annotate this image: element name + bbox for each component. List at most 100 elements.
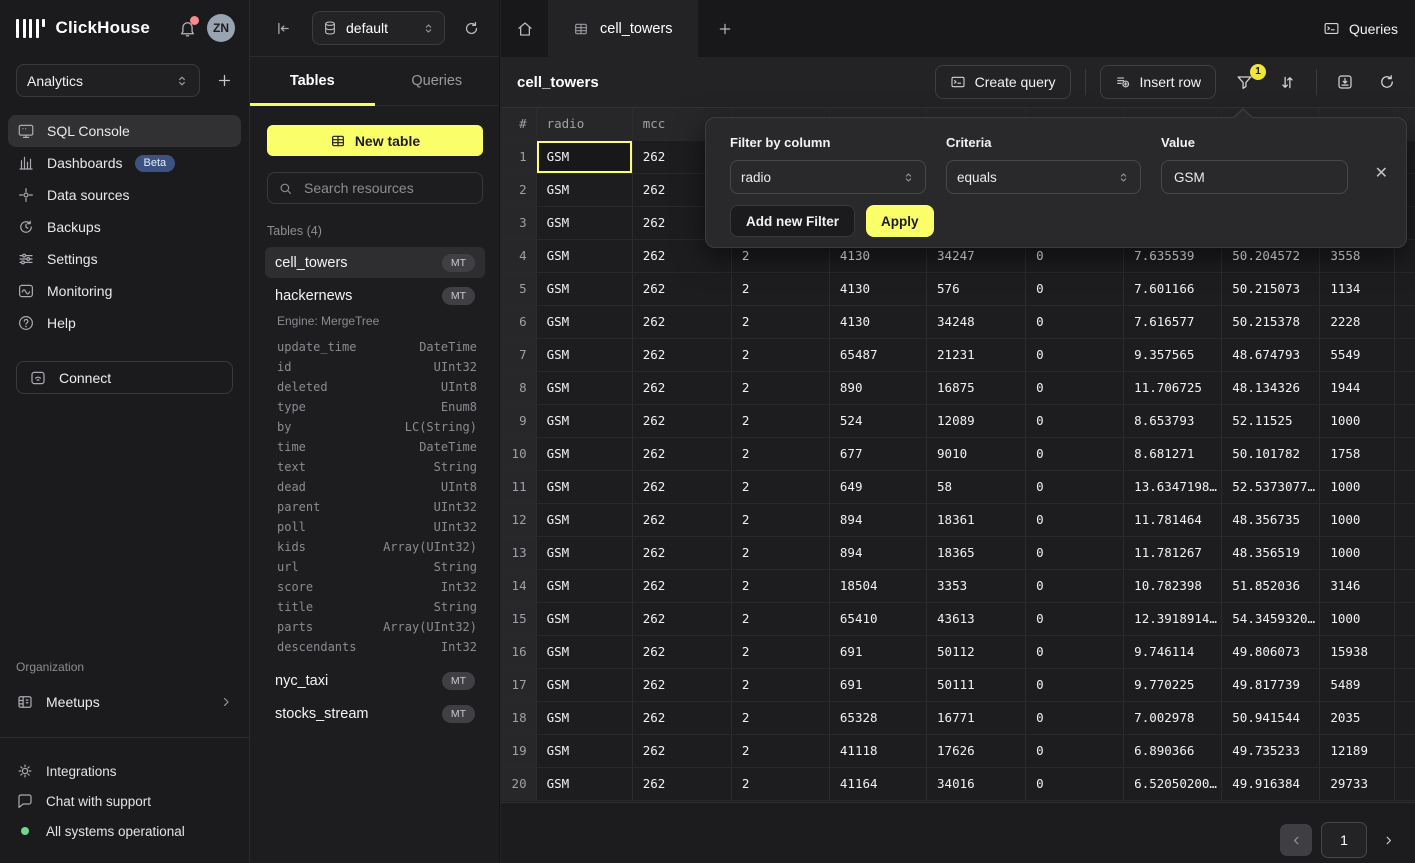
next-page-button[interactable] (1376, 834, 1401, 847)
table-cell[interactable]: GSM (537, 471, 633, 504)
table-cell[interactable]: 262 (633, 603, 732, 636)
table-cell[interactable]: 18504 (830, 570, 927, 603)
table-cell[interactable]: 49.817739 (1222, 669, 1320, 702)
filter-value-field[interactable] (1161, 160, 1348, 194)
table-cell[interactable]: 0 (1026, 636, 1124, 669)
sidebar-item-help[interactable]: Help (8, 307, 241, 339)
avatar[interactable]: ZN (207, 14, 235, 42)
table-cell[interactable]: 10.782398 (1124, 570, 1222, 603)
table-cell[interactable]: 41164 (830, 768, 927, 801)
table-cell[interactable]: 7.616577 (1124, 306, 1222, 339)
table-cell[interactable]: 8.653793 (1124, 405, 1222, 438)
table-cell[interactable]: 9.357565 (1124, 339, 1222, 372)
table-cell[interactable]: 262 (633, 702, 732, 735)
table-cell[interactable]: 12089 (927, 405, 1026, 438)
table-cell[interactable]: 1134 (1320, 273, 1395, 306)
table-cell[interactable]: 0 (1026, 339, 1124, 372)
tab-tables[interactable]: Tables (250, 57, 375, 105)
table-cell[interactable]: 49.806073 (1222, 636, 1320, 669)
table-item-cell-towers[interactable]: cell_towers MT (265, 247, 485, 278)
table-cell[interactable]: 262 (633, 306, 732, 339)
table-cell[interactable]: 1944 (1320, 372, 1395, 405)
table-cell[interactable]: GSM (537, 372, 633, 405)
table-cell[interactable]: 50.215073 (1222, 273, 1320, 306)
new-tab-button[interactable] (698, 0, 752, 57)
table-cell[interactable]: 49.735233 (1222, 735, 1320, 768)
download-button[interactable] (1331, 73, 1359, 91)
database-select[interactable]: default (312, 11, 445, 45)
table-cell[interactable]: 11.781464 (1124, 504, 1222, 537)
table-cell[interactable]: 65410 (830, 603, 927, 636)
table-cell[interactable]: GSM (537, 405, 633, 438)
table-cell[interactable]: 0 (1026, 372, 1124, 405)
table-cell[interactable]: GSM (537, 669, 633, 702)
table-cell[interactable]: 2 (732, 570, 830, 603)
table-cell[interactable]: 0 (1026, 504, 1124, 537)
table-cell[interactable]: 890 (830, 372, 927, 405)
table-cell[interactable]: GSM (537, 273, 633, 306)
table-cell[interactable]: 262 (633, 273, 732, 306)
table-cell[interactable]: 9010 (927, 438, 1026, 471)
table-cell[interactable]: 48.356735 (1222, 504, 1320, 537)
tab-cell-towers[interactable]: cell_towers (549, 0, 698, 57)
table-cell[interactable]: 50112 (927, 636, 1026, 669)
apply-filter-button[interactable]: Apply (866, 205, 934, 237)
table-cell[interactable]: 691 (830, 636, 927, 669)
table-cell[interactable]: GSM (537, 735, 633, 768)
table-cell[interactable]: 50.941544 (1222, 702, 1320, 735)
table-cell[interactable]: 52.5373077… (1222, 471, 1320, 504)
table-cell[interactable]: 0 (1026, 537, 1124, 570)
table-cell[interactable]: 18361 (927, 504, 1026, 537)
table-cell[interactable]: 65328 (830, 702, 927, 735)
collapse-panel-icon[interactable] (275, 20, 292, 37)
new-table-button[interactable]: New table (267, 125, 483, 156)
table-cell[interactable]: 649 (830, 471, 927, 504)
criteria-select[interactable]: equals (946, 160, 1141, 194)
table-cell[interactable]: 54.3459320… (1222, 603, 1320, 636)
table-cell[interactable]: 894 (830, 504, 927, 537)
table-item-nyc-taxi[interactable]: nyc_taxi MT (265, 665, 485, 696)
table-cell[interactable]: GSM (537, 438, 633, 471)
table-cell[interactable]: 0 (1026, 702, 1124, 735)
table-cell[interactable]: 65487 (830, 339, 927, 372)
connect-button[interactable]: Connect (16, 361, 233, 394)
add-new-filter-button[interactable]: Add new Filter (730, 205, 855, 237)
table-cell[interactable]: 16875 (927, 372, 1026, 405)
filter-button[interactable]: 1 (1230, 73, 1259, 92)
table-cell[interactable]: 7.601166 (1124, 273, 1222, 306)
create-query-button[interactable]: Create query (935, 65, 1071, 99)
table-cell[interactable]: 18365 (927, 537, 1026, 570)
tab-queries[interactable]: Queries (375, 57, 500, 105)
table-cell[interactable]: 50.101782 (1222, 438, 1320, 471)
table-cell[interactable]: 262 (633, 636, 732, 669)
table-cell[interactable]: 6.52050200… (1124, 768, 1222, 801)
notifications-bell-icon[interactable] (178, 19, 197, 38)
table-cell[interactable]: 1000 (1320, 504, 1395, 537)
table-cell[interactable]: 2 (732, 339, 830, 372)
table-cell[interactable]: 2 (732, 735, 830, 768)
table-cell[interactable]: GSM (537, 636, 633, 669)
table-cell[interactable]: 0 (1026, 603, 1124, 636)
table-cell[interactable]: GSM (537, 141, 633, 174)
sidebar-item-dashboards[interactable]: DashboardsBeta (8, 147, 241, 179)
table-cell[interactable]: 48.134326 (1222, 372, 1320, 405)
table-cell[interactable]: GSM (537, 240, 633, 273)
search-resources[interactable] (267, 172, 483, 204)
sidebar-item-sql-console[interactable]: SQL Console (8, 115, 241, 147)
table-cell[interactable]: GSM (537, 702, 633, 735)
sidebar-item-monitoring[interactable]: Monitoring (8, 275, 241, 307)
table-cell[interactable]: GSM (537, 603, 633, 636)
table-cell[interactable]: 58 (927, 471, 1026, 504)
previous-page-button[interactable] (1280, 824, 1312, 856)
table-cell[interactable]: 2 (732, 438, 830, 471)
table-cell[interactable]: 12189 (1320, 735, 1395, 768)
table-cell[interactable]: 0 (1026, 306, 1124, 339)
table-cell[interactable]: 2 (732, 306, 830, 339)
table-item-hackernews[interactable]: hackernews MT (265, 280, 485, 311)
table-cell[interactable]: 1000 (1320, 603, 1395, 636)
table-cell[interactable]: 9.746114 (1124, 636, 1222, 669)
sidebar-item-data-sources[interactable]: Data sources (8, 179, 241, 211)
table-cell[interactable]: 4130 (830, 273, 927, 306)
table-cell[interactable]: 691 (830, 669, 927, 702)
table-cell[interactable]: 9.770225 (1124, 669, 1222, 702)
